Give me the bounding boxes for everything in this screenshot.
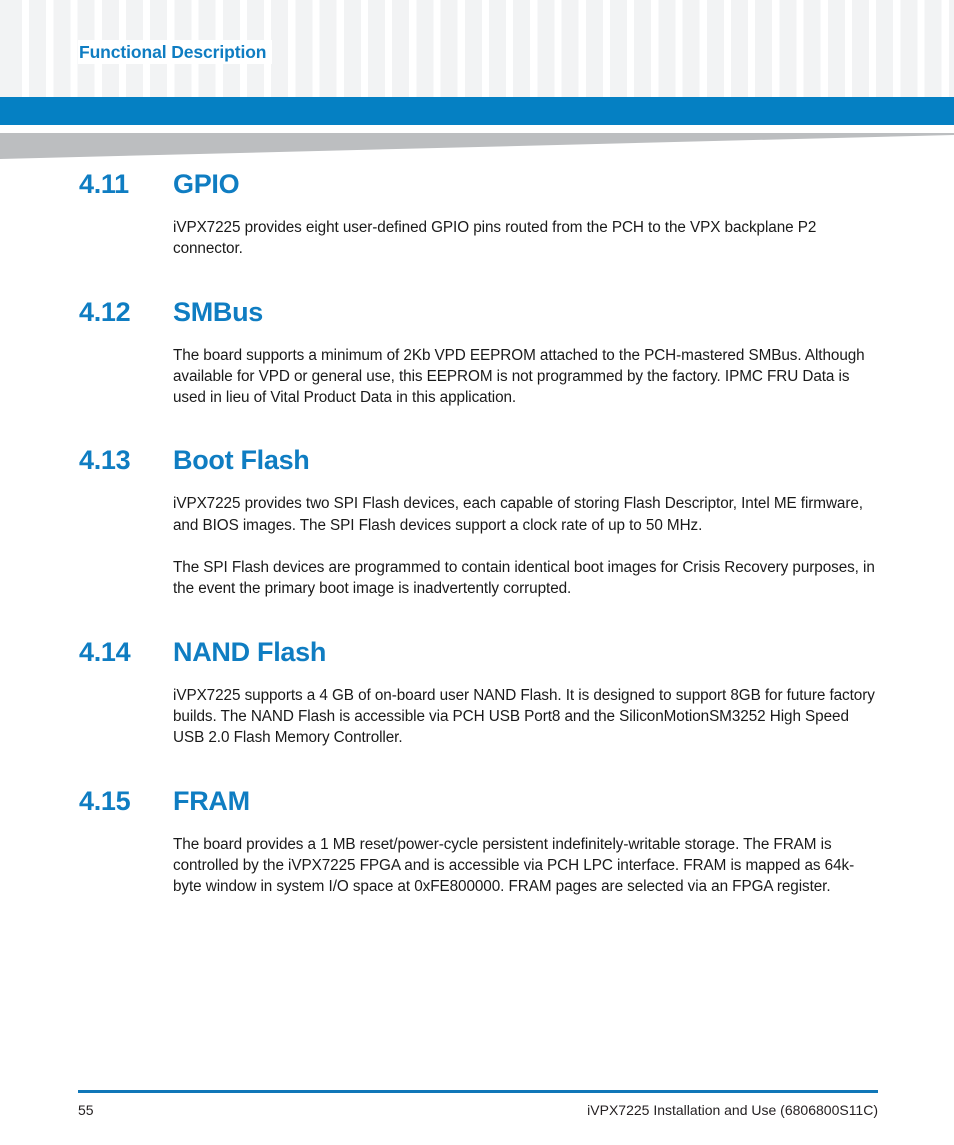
section-title: NAND Flash bbox=[173, 636, 327, 667]
footer-divider-rule bbox=[78, 1090, 878, 1093]
section-number: 4.15 bbox=[79, 785, 131, 816]
header-blue-bar bbox=[0, 97, 954, 125]
section-nand-flash: 4.14 NAND Flash iVPX7225 supports a 4 GB… bbox=[0, 636, 954, 749]
section-number: 4.11 bbox=[79, 169, 129, 199]
header-gray-wedge bbox=[0, 133, 954, 159]
page-header-title: Functional Description bbox=[78, 40, 273, 64]
section-body: The board provides a 1 MB reset/power-cy… bbox=[0, 834, 954, 898]
paragraph: The board supports a minimum of 2Kb VPD … bbox=[173, 346, 865, 407]
document-content: 4.11 GPIO iVPX7225 provides eight user-d… bbox=[0, 168, 954, 897]
paragraph: The SPI Flash devices are programmed to … bbox=[173, 559, 875, 598]
section-heading: 4.13 Boot Flash bbox=[0, 444, 954, 476]
section-body: iVPX7225 provides eight user-defined GPI… bbox=[0, 217, 954, 260]
section-title: Boot Flash bbox=[173, 445, 310, 476]
section-title: GPIO bbox=[173, 169, 240, 199]
paragraph: iVPX7225 supports a 4 GB of on-board use… bbox=[173, 686, 875, 747]
section-heading: 4.15 FRAM bbox=[0, 785, 954, 817]
paragraph: iVPX7225 provides two SPI Flash devices,… bbox=[173, 495, 863, 534]
section-heading: 4.14 NAND Flash bbox=[0, 636, 954, 668]
section-body: The board supports a minimum of 2Kb VPD … bbox=[0, 345, 954, 409]
section-fram: 4.15 FRAM The board provides a 1 MB rese… bbox=[0, 785, 954, 898]
section-heading: 4.12 SMBus bbox=[0, 296, 954, 328]
section-body: iVPX7225 supports a 4 GB of on-board use… bbox=[0, 685, 954, 749]
section-number: 4.12 bbox=[79, 296, 131, 327]
page-header: Functional Description bbox=[0, 0, 954, 97]
section-boot-flash: 4.13 Boot Flash iVPX7225 provides two SP… bbox=[0, 444, 954, 599]
paragraph: The board provides a 1 MB reset/power-cy… bbox=[173, 835, 855, 896]
section-title: SMBus bbox=[173, 296, 264, 327]
section-smbus: 4.12 SMBus The board supports a minimum … bbox=[0, 296, 954, 409]
section-number: 4.13 bbox=[79, 445, 131, 476]
section-heading: 4.11 GPIO bbox=[0, 168, 954, 200]
section-number: 4.14 bbox=[79, 636, 131, 667]
section-title: FRAM bbox=[173, 785, 250, 816]
paragraph: iVPX7225 provides eight user-defined GPI… bbox=[173, 219, 817, 258]
footer-document-title: iVPX7225 Installation and Use (6806800S1… bbox=[587, 1102, 878, 1118]
footer-page-number: 55 bbox=[78, 1102, 94, 1118]
section-gpio: 4.11 GPIO iVPX7225 provides eight user-d… bbox=[0, 168, 954, 260]
section-body: iVPX7225 provides two SPI Flash devices,… bbox=[0, 493, 954, 599]
